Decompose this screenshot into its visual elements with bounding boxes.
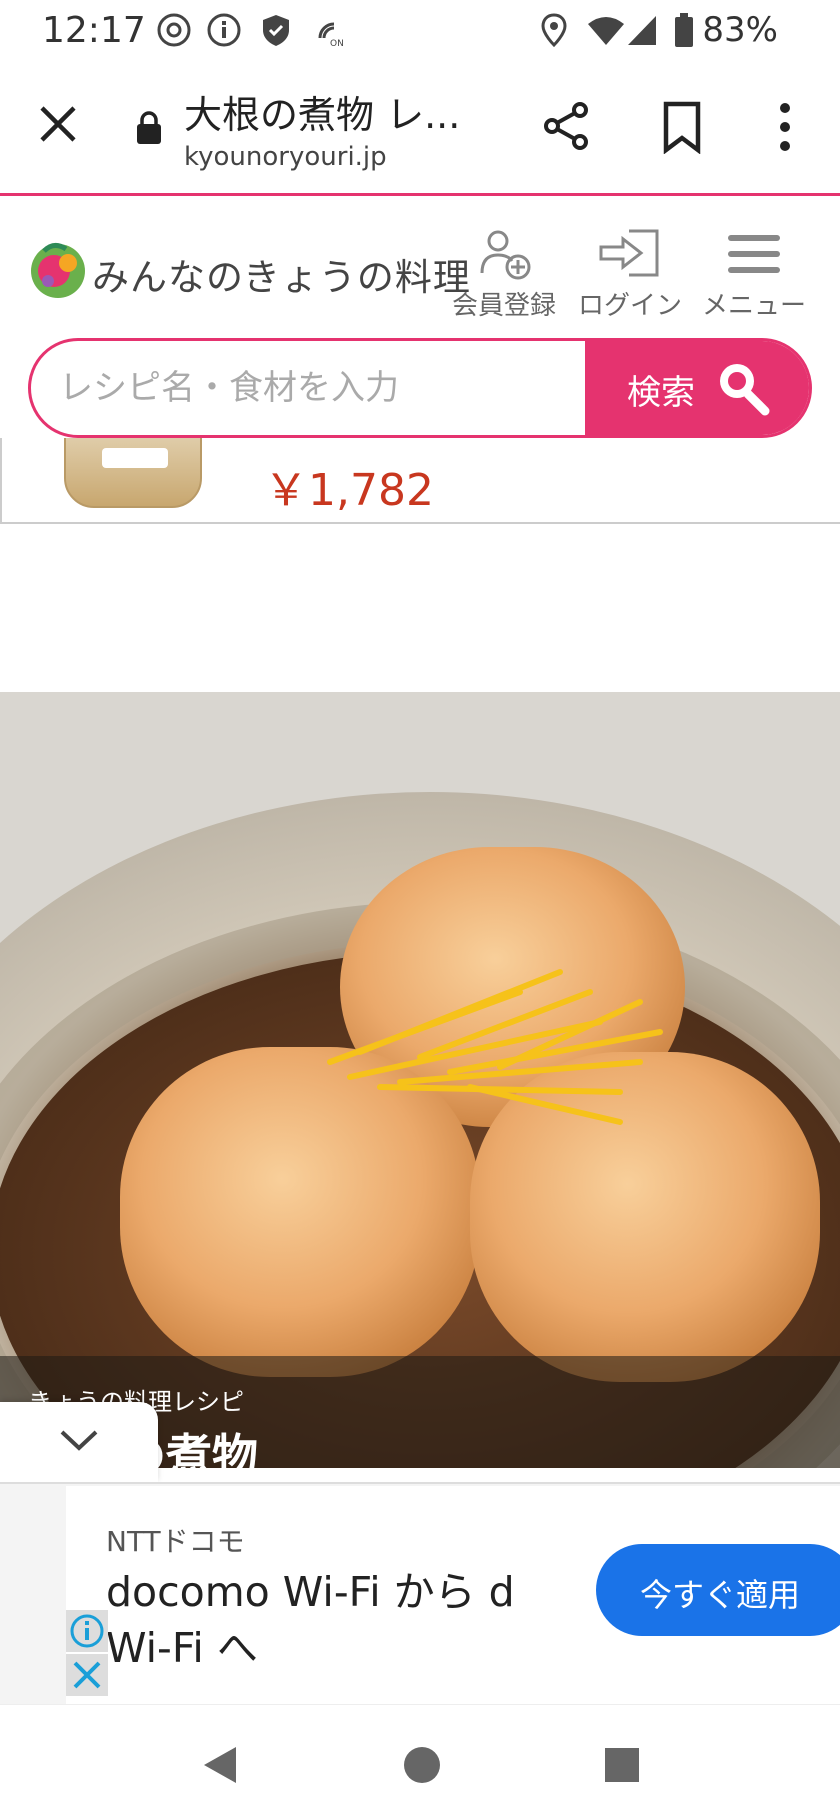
menu-label: メニュー [702, 291, 807, 321]
ad-cta-label: 今すぐ適用 [640, 1576, 801, 1614]
recipe-search-bar: 検索 [28, 338, 812, 438]
browser-toolbar: 大根の煮物 レ... kyounoryouri.jp [0, 62, 840, 196]
page-url[interactable]: kyounoryouri.jp [184, 142, 387, 172]
register-button[interactable]: 会員登録 [452, 227, 556, 322]
share-icon[interactable] [540, 100, 592, 152]
svg-text:ON: ON [330, 39, 344, 48]
signal-icon [628, 16, 656, 45]
chrome-icon [157, 13, 191, 47]
ad-close-icon[interactable] [66, 1654, 108, 1696]
login-button[interactable]: ログイン [578, 227, 682, 322]
shield-icon [263, 15, 289, 46]
search-icon [720, 364, 770, 416]
status-bar: 12:17 ON 83% [0, 0, 840, 62]
ad-advertiser: NTTドコモ [106, 1525, 245, 1558]
page-title[interactable]: 大根の煮物 レ... [184, 84, 460, 139]
ad-banner[interactable]: NTTドコモ docomo Wi-Fi から d Wi-Fi へ 今すぐ適用 [0, 1482, 840, 1704]
register-label: 会員登録 [452, 291, 557, 321]
android-nav-bar [0, 1704, 840, 1820]
battery-icon [675, 13, 693, 47]
ad-cta-button[interactable]: 今すぐ適用 [596, 1544, 840, 1636]
product-price: ￥1,782 [264, 465, 434, 516]
ad-info-icon[interactable] [66, 1610, 108, 1652]
simmered-daikon-photo [0, 692, 840, 1468]
home-icon[interactable] [402, 1743, 442, 1787]
close-tab-icon[interactable] [38, 104, 78, 144]
site-header: みんなのきょうの料理 会員登録 ログイン メニュー [0, 199, 840, 322]
nfc-icon: ON [318, 22, 344, 48]
site-logo-icon[interactable] [24, 237, 94, 301]
info-icon [207, 13, 241, 47]
back-icon[interactable] [200, 1743, 240, 1787]
search-button[interactable]: 検索 [585, 341, 809, 435]
search-button-label: 検索 [627, 373, 695, 413]
menu-button[interactable]: メニュー [702, 227, 806, 322]
chevron-down-icon [60, 1430, 98, 1451]
more-options-icon[interactable] [770, 100, 800, 154]
product-ad-strip[interactable]: ￥1,782 [0, 438, 840, 524]
location-icon [541, 13, 567, 48]
wifi-icon [588, 17, 624, 45]
hamburger-menu-icon [728, 235, 780, 273]
lock-icon [137, 111, 161, 144]
recipe-hero-image[interactable]: きょうの料理レシピ 大根の煮物 [0, 692, 840, 1468]
search-input[interactable] [59, 363, 599, 413]
login-icon [599, 229, 659, 277]
status-time: 12:17 [42, 10, 146, 51]
battery-percent: 83% [702, 10, 778, 50]
ad-headline[interactable]: docomo Wi-Fi から d Wi-Fi へ [106, 1564, 586, 1676]
product-thumbnail[interactable] [64, 438, 202, 508]
bookmark-icon[interactable] [660, 100, 704, 154]
site-logo-text[interactable]: みんなのきょうの料理 [92, 247, 471, 301]
collapse-ad-button[interactable] [0, 1402, 158, 1482]
login-label: ログイン [578, 291, 683, 321]
recents-icon[interactable] [602, 1743, 642, 1787]
register-icon [480, 230, 531, 280]
